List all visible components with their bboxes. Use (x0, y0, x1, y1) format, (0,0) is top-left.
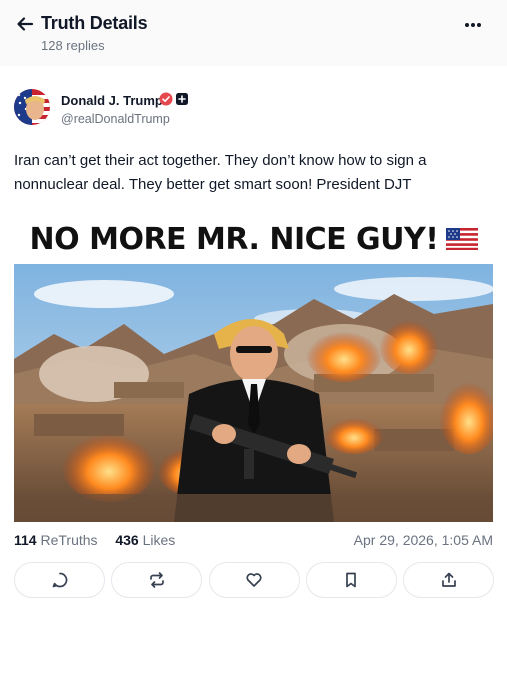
bookmark-icon (346, 572, 357, 588)
post-image[interactable] (14, 264, 493, 522)
more-options-button[interactable] (459, 12, 487, 38)
action-bar (14, 562, 494, 598)
like-icon (246, 573, 262, 587)
plus-badge-icon (176, 93, 188, 105)
reply-button[interactable] (14, 562, 105, 598)
like-button[interactable] (208, 562, 300, 598)
share-button[interactable] (403, 562, 494, 598)
reply-count: 128 replies (41, 38, 105, 53)
top-bar: Truth Details 128 replies (0, 0, 507, 66)
more-horizontal-icon (465, 23, 481, 27)
author-handle[interactable]: @realDonaldTrump (61, 112, 170, 126)
author-name[interactable]: Donald J. Trump (61, 93, 163, 108)
avatar[interactable] (14, 89, 50, 125)
retruths-count[interactable]: 114 (14, 532, 37, 548)
post-timestamp: Apr 29, 2026, 1:05 AM (353, 532, 493, 548)
reply-icon (52, 572, 67, 588)
post-text: Iran can’t get their act together. They … (14, 152, 427, 193)
retruths-label[interactable]: ReTruths (40, 532, 97, 548)
back-button[interactable] (14, 13, 36, 35)
image-headline: NO MORE MR. NICE GUY! (14, 218, 494, 260)
share-icon (441, 572, 456, 587)
retruth-button[interactable] (111, 562, 203, 598)
post-image-graphic (14, 264, 493, 522)
avatar-image (14, 89, 50, 125)
post-stats: 114 ReTruths 436 Likes (14, 532, 175, 548)
verified-badge-icon (159, 92, 173, 106)
likes-count[interactable]: 436 (115, 532, 138, 548)
likes-label[interactable]: Likes (143, 532, 176, 548)
bookmark-button[interactable] (305, 562, 397, 598)
page-title: Truth Details (41, 13, 148, 33)
arrow-left-icon (17, 17, 34, 31)
retruth-icon (149, 572, 164, 588)
us-flag-icon (446, 228, 479, 250)
image-headline-text: NO MORE MR. NICE GUY! (29, 221, 439, 257)
